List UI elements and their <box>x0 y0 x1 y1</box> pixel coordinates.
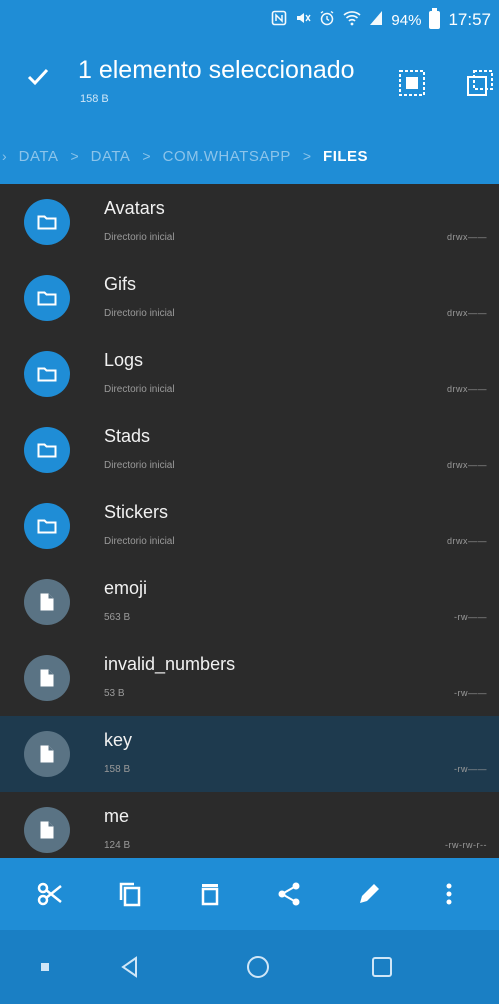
item-permissions: -rw—— <box>454 612 487 622</box>
list-item[interactable]: Stickers Directorio inicial drwx—— <box>0 488 499 564</box>
copy-icon[interactable] <box>110 874 150 914</box>
action-bar: 1 elemento seleccionado 158 B <box>0 40 499 128</box>
delete-icon[interactable] <box>190 874 230 914</box>
item-name: Avatars <box>104 198 165 218</box>
item-name: Logs <box>104 350 144 370</box>
item-meta: Directorio inicial <box>104 308 175 319</box>
item-name: key <box>104 730 133 750</box>
chevron-right-icon: > <box>302 148 312 164</box>
edit-icon[interactable] <box>349 874 389 914</box>
item-meta: Directorio inicial <box>104 232 175 243</box>
list-item[interactable]: emoji 563 B -rw—— <box>0 564 499 640</box>
back-icon[interactable] <box>110 930 150 1004</box>
cut-icon[interactable] <box>30 874 70 914</box>
battery-icon <box>429 8 441 29</box>
item-meta: 124 B <box>104 840 131 851</box>
clock: 17:57 <box>448 10 491 29</box>
item-permissions: -rw-rw-r-- <box>445 840 487 850</box>
more-icon[interactable] <box>429 874 469 914</box>
status-bar: 94% 17:57 <box>0 0 499 40</box>
nfc-icon <box>271 10 287 30</box>
item-permissions: drwx—— <box>446 460 487 470</box>
folder-icon <box>24 199 70 245</box>
list-item[interactable]: Avatars Directorio inicial drwx—— <box>0 184 499 260</box>
bottom-toolbar <box>0 858 499 930</box>
file-icon <box>24 579 70 625</box>
item-permissions: -rw—— <box>454 764 487 774</box>
breadcrumb-files[interactable]: FILES <box>323 148 368 165</box>
folder-icon <box>24 427 70 473</box>
item-name: invalid_numbers <box>104 654 236 674</box>
file-list: Avatars Directorio inicial drwx—— Gifs D… <box>0 184 499 858</box>
item-permissions: drwx—— <box>446 232 487 242</box>
recent-apps-icon[interactable] <box>362 930 402 1004</box>
list-item[interactable]: me 124 B -rw-rw-r-- <box>0 792 499 858</box>
item-permissions: drwx—— <box>446 536 487 546</box>
list-item[interactable]: invalid_numbers 53 B -rw—— <box>0 640 499 716</box>
breadcrumb-data-1[interactable]: DATA <box>19 148 59 165</box>
breadcrumb-data-2[interactable]: DATA <box>91 148 131 165</box>
item-meta: Directorio inicial <box>104 384 175 395</box>
selection-size: 158 B <box>80 93 109 105</box>
signal-icon <box>369 10 383 30</box>
share-icon[interactable] <box>269 874 309 914</box>
select-all-icon[interactable] <box>397 68 427 98</box>
list-item[interactable]: Gifs Directorio inicial drwx—— <box>0 260 499 336</box>
file-icon <box>24 807 70 853</box>
home-icon[interactable] <box>238 930 278 1004</box>
folder-icon <box>24 503 70 549</box>
item-permissions: drwx—— <box>446 308 487 318</box>
item-meta: 158 B <box>104 764 131 775</box>
file-icon <box>24 731 70 777</box>
wifi-icon <box>343 10 361 30</box>
item-name: Stickers <box>104 502 169 522</box>
breadcrumb-whatsapp[interactable]: COM.WHATSAPP <box>163 148 291 165</box>
list-item-selected[interactable]: key 158 B -rw—— <box>0 716 499 792</box>
selection-title: 1 elemento seleccionado <box>78 56 355 84</box>
item-name: Stads <box>104 426 151 446</box>
breadcrumb: › DATA > DATA > COM.WHATSAPP > FILES <box>0 128 499 184</box>
item-permissions: -rw—— <box>454 688 487 698</box>
list-item[interactable]: Logs Directorio inicial drwx—— <box>0 336 499 412</box>
folder-icon <box>24 351 70 397</box>
navigation-bar <box>0 930 499 1004</box>
item-permissions: drwx—— <box>446 384 487 394</box>
item-name: Gifs <box>104 274 137 294</box>
item-meta: Directorio inicial <box>104 536 175 547</box>
folder-icon <box>24 275 70 321</box>
item-meta: Directorio inicial <box>104 460 175 471</box>
item-meta: 53 B <box>104 688 125 699</box>
item-name: me <box>104 806 130 826</box>
mute-icon <box>295 10 312 30</box>
chevron-right-icon: > <box>142 148 151 164</box>
chevron-right-icon: > <box>70 148 79 164</box>
battery-level: 94% <box>391 11 422 29</box>
item-meta: 563 B <box>104 612 131 623</box>
select-inverse-icon[interactable] <box>465 68 495 98</box>
chevron-right-icon: › <box>2 148 7 164</box>
notification-dot-icon <box>30 930 60 1004</box>
alarm-icon <box>319 10 335 30</box>
file-icon <box>24 655 70 701</box>
check-icon[interactable] <box>24 62 52 90</box>
item-name: emoji <box>104 578 148 598</box>
list-item[interactable]: Stads Directorio inicial drwx—— <box>0 412 499 488</box>
